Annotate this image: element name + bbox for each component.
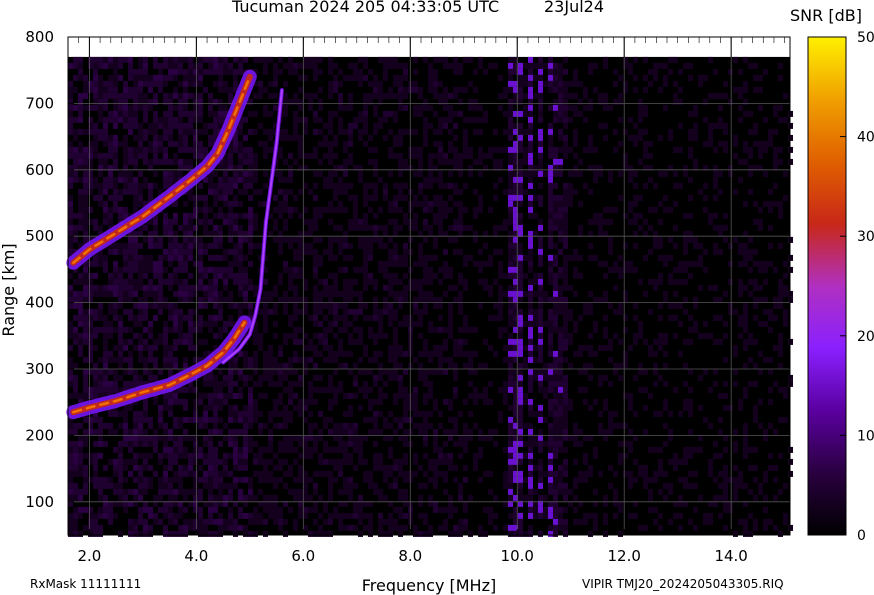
y-axis-label: Range [km] (0, 243, 18, 336)
colorbar-tick-label: 20 (857, 329, 874, 345)
no-data-band (68, 37, 790, 57)
y-tick-label: 300 (25, 360, 54, 378)
x-tick-label: 6.0 (291, 547, 315, 565)
y-tick-label: 500 (25, 227, 54, 245)
colorbar-tick-label: 10 (857, 428, 874, 444)
x-tick-label: 8.0 (398, 547, 422, 565)
rxmask-label: RxMask 11111111 (30, 577, 141, 591)
colorbar (807, 36, 847, 536)
colorbar-label: SNR [dB] (790, 6, 862, 25)
x-tick-label: 10.0 (501, 547, 534, 565)
y-tick-label: 100 (25, 493, 54, 511)
y-tick-label: 600 (25, 161, 54, 179)
colorbar-tick-label: 30 (857, 229, 874, 245)
colorbar-tick-label: 50 (857, 30, 874, 46)
ionogram-chart: 800700600500400300200100 2.0 4.0 6.0 8.0 10.… (0, 6, 874, 595)
x-tick-label: 14.0 (714, 547, 747, 565)
y-tick-label: 200 (25, 426, 54, 444)
y-axis-ticks: 800 700 600 500 400 300 200 100 (25, 28, 74, 511)
x-axis-label: Frequency [MHz] (362, 576, 496, 595)
colorbar-tick-label: 40 (857, 130, 874, 146)
y-tick-label: 800 (25, 28, 54, 46)
colorbar-tick-label: 0 (857, 528, 866, 544)
x-tick-label: 12.0 (608, 547, 641, 565)
x-tick-label: 2.0 (77, 547, 101, 565)
y-tick-label: 700 (25, 94, 54, 112)
y-tick-label: 400 (25, 294, 54, 312)
x-tick-label: 4.0 (184, 547, 208, 565)
file-label: VIPIR TMJ20_2024205043305.RIQ (582, 577, 784, 591)
